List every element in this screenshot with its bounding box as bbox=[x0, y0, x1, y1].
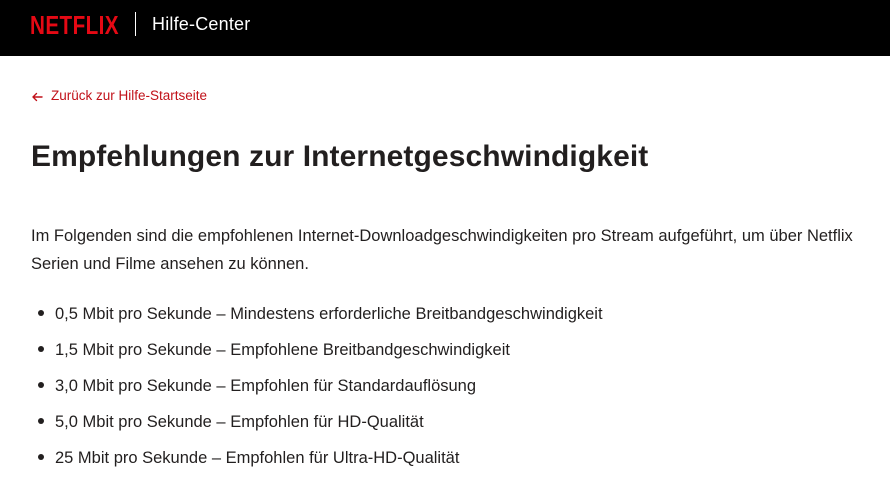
list-item: 5,0 Mbit pro Sekunde – Empfohlen für HD-… bbox=[31, 408, 603, 444]
bullet-icon bbox=[38, 382, 44, 388]
arrow-left-icon bbox=[31, 90, 43, 102]
bullet-icon bbox=[38, 454, 44, 460]
list-item: 0,5 Mbit pro Sekunde – Mindestens erford… bbox=[31, 300, 603, 336]
svg-text:NETFLIX: NETFLIX bbox=[30, 10, 119, 39]
bullet-icon bbox=[38, 346, 44, 352]
page-title: Empfehlungen zur Internetgeschwindigkeit bbox=[31, 140, 649, 173]
intro-paragraph: Im Folgenden sind die empfohlenen Intern… bbox=[31, 227, 853, 273]
list-item: 3,0 Mbit pro Sekunde – Empfohlen für Sta… bbox=[31, 372, 603, 408]
list-item: 25 Mbit pro Sekunde – Empfohlen für Ultr… bbox=[31, 444, 603, 480]
speed-list: 0,5 Mbit pro Sekunde – Mindestens erford… bbox=[31, 300, 603, 480]
speed-text: 5,0 Mbit pro Sekunde – Empfohlen für HD-… bbox=[55, 413, 424, 431]
speed-text: 25 Mbit pro Sekunde – Empfohlen für Ultr… bbox=[55, 449, 460, 467]
back-link-label: Zurück zur Hilfe-Startseite bbox=[51, 88, 208, 103]
bullet-icon bbox=[38, 310, 44, 316]
speed-text: 1,5 Mbit pro Sekunde – Empfohlene Breitb… bbox=[55, 341, 510, 359]
help-center-title[interactable]: Hilfe-Center bbox=[152, 13, 250, 35]
bullet-icon bbox=[38, 418, 44, 424]
site-header: NETFLIX Hilfe-Center bbox=[0, 0, 890, 56]
header-divider bbox=[135, 12, 136, 36]
speed-text: 3,0 Mbit pro Sekunde – Empfohlen für Sta… bbox=[55, 377, 477, 395]
back-to-help-home-link[interactable]: Zurück zur Hilfe-Startseite bbox=[31, 87, 207, 105]
speed-text: 0,5 Mbit pro Sekunde – Mindestens erford… bbox=[55, 305, 603, 323]
list-item: 1,5 Mbit pro Sekunde – Empfohlene Breitb… bbox=[31, 336, 603, 372]
netflix-logo[interactable]: NETFLIX bbox=[30, 9, 120, 39]
